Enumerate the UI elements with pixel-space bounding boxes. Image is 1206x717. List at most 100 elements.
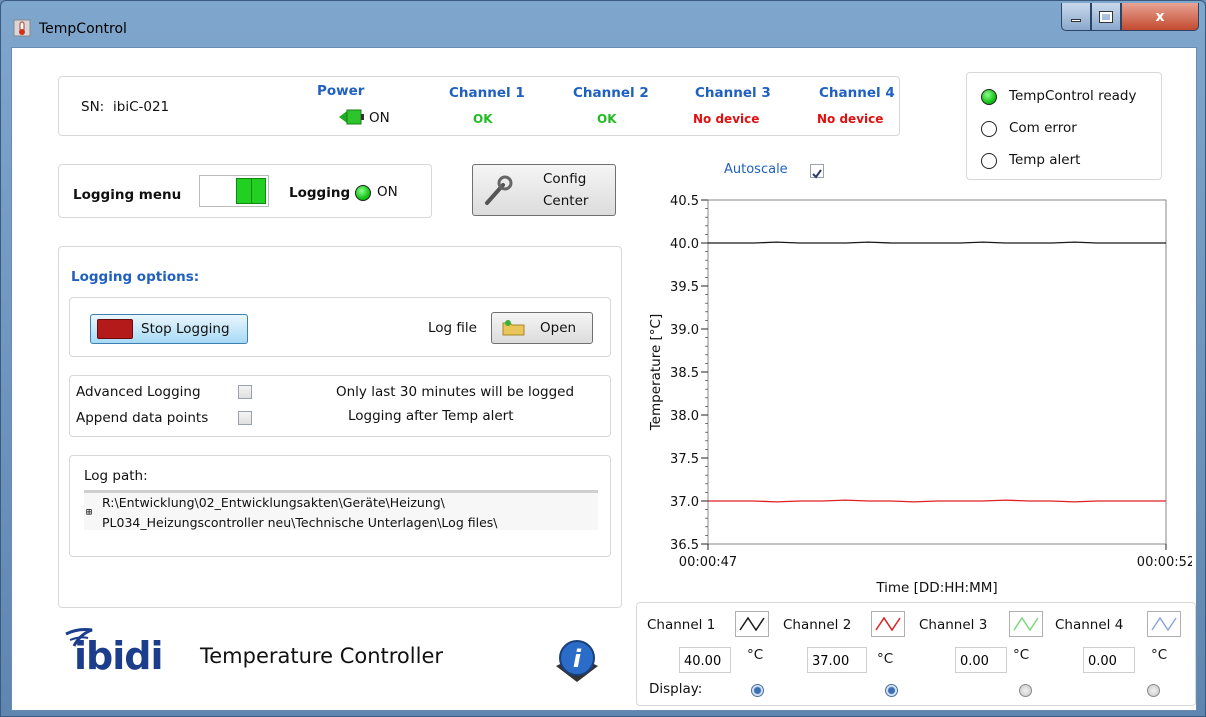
channel-2-display-radio[interactable] <box>885 684 898 697</box>
y-tick-label: 38.5 <box>670 366 699 381</box>
channel-3-color-swatch[interactable] <box>1009 611 1043 637</box>
status-panel: SN: ibiC-021 Power ON Channel 1 OK Chann… <box>58 76 900 136</box>
minimize-button[interactable] <box>1061 3 1091 31</box>
minimize-icon <box>1071 19 1081 22</box>
append-data-label: Append data points <box>76 410 209 426</box>
y-axis-label: Temperature [°C] <box>648 314 664 432</box>
close-button[interactable]: x <box>1121 3 1199 31</box>
channel-4-value[interactable]: 0.00 <box>1083 647 1135 673</box>
channel-4-unit: °C <box>1151 647 1168 663</box>
main-client-area: SN: ibiC-021 Power ON Channel 1 OK Chann… <box>11 47 1197 711</box>
indicator-temp-alert-label: Temp alert <box>1009 152 1081 168</box>
channel-4-color-swatch[interactable] <box>1147 611 1181 637</box>
temp-alert-led-icon <box>981 153 997 169</box>
channel-2-label: Channel 2 <box>573 85 649 101</box>
channel-1-status: OK <box>473 112 493 126</box>
ready-led-icon <box>981 89 997 105</box>
x-axis-label: Time [DD:HH:MM] <box>875 580 997 596</box>
plot-area <box>707 199 1167 545</box>
path-icon: ⊞ <box>86 507 93 518</box>
serial-number-label: SN: <box>81 99 105 115</box>
y-tick-label: 40.0 <box>670 237 699 252</box>
channel-3-status: No device <box>693 112 760 126</box>
advanced-logging-label: Advanced Logging <box>76 384 201 400</box>
y-tick-label: 36.5 <box>670 538 699 553</box>
channel-3-label: Channel 3 <box>695 85 771 101</box>
maximize-icon <box>1099 10 1113 23</box>
y-tick-label: 37.0 <box>670 495 699 510</box>
log-path-line-1: R:\Entwicklung\02_Entwicklungsakten\Gerä… <box>102 495 445 510</box>
logging-state: ON <box>377 184 398 200</box>
maximize-button[interactable] <box>1091 3 1121 31</box>
channel-4-status: No device <box>817 112 884 126</box>
stop-icon <box>97 319 133 339</box>
advanced-logging-checkbox[interactable] <box>238 385 252 399</box>
wrench-icon <box>483 175 513 207</box>
channel-2-ctrl-label: Channel 2 <box>783 617 852 633</box>
logging-led-icon <box>355 185 371 201</box>
indicator-com-error-label: Com error <box>1009 120 1077 136</box>
logging-menu-panel: Logging menu Logging ON <box>58 164 432 218</box>
channel-2-value[interactable]: 37.00 <box>807 647 867 673</box>
channel-4-display-radio[interactable] <box>1147 684 1160 697</box>
logging-menu-label: Logging menu <box>73 187 182 203</box>
x-tick-label: 00:00:47 <box>679 555 737 570</box>
channel-1-unit: °C <box>747 647 764 663</box>
logging-options-panel: Logging options: Stop Logging Log file O… <box>58 246 622 608</box>
autoscale-label: Autoscale <box>724 162 788 177</box>
log-path-line-2: PL034_Heizungscontroller neu\Technische … <box>102 515 498 530</box>
y-tick-label: 39.0 <box>670 323 699 338</box>
power-state: ON <box>369 110 390 126</box>
title-bar[interactable]: TempControl x <box>1 1 1205 47</box>
product-name: Temperature Controller <box>200 644 443 668</box>
serial-number-value: ibiC-021 <box>113 99 170 115</box>
ibidi-logo-text: ibidi <box>74 634 163 678</box>
channel-3-display-radio[interactable] <box>1019 684 1032 697</box>
channel-1-label: Channel 1 <box>449 85 525 101</box>
y-tick-label: 39.5 <box>670 280 699 295</box>
power-plug-icon[interactable] <box>337 107 365 127</box>
channel-1-ctrl-label: Channel 1 <box>647 617 716 633</box>
app-window: TempControl x SN: ibiC-021 Power ON Chan… <box>0 0 1206 717</box>
channel-2-color-swatch[interactable] <box>871 611 905 637</box>
logging-options-title: Logging options: <box>71 269 200 285</box>
com-error-led-icon <box>981 121 997 137</box>
info-icon[interactable]: i <box>552 636 602 686</box>
config-line-1: Config <box>543 171 587 187</box>
config-line-2: Center <box>543 193 589 209</box>
logging-menu-toggle[interactable] <box>199 175 269 207</box>
y-tick-label: 38.0 <box>670 409 699 424</box>
channel-4-label: Channel 4 <box>819 85 895 101</box>
channel-1-display-radio[interactable] <box>751 684 764 697</box>
x-tick-label: 00:00:52 <box>1137 555 1192 570</box>
display-label: Display: <box>649 681 703 697</box>
temperature-chart[interactable]: 40.5 40.0 39.5 39.0 38.5 38.0 37.5 37.0 36.5 00:0… <box>632 184 1192 614</box>
indicator-ready-label: TempControl ready <box>1009 88 1137 104</box>
log-file-label: Log file <box>428 320 477 336</box>
log-path-field[interactable]: ⊞ R:\Entwicklung\02_Entwicklungsakten\Ge… <box>84 490 598 530</box>
logging-after-alert-note: Logging after Temp alert <box>348 408 514 424</box>
logging-settings-panel: Advanced Logging Append data points Only… <box>69 375 611 437</box>
power-label: Power <box>317 83 365 99</box>
y-tick-label: 40.5 <box>670 194 699 209</box>
channel-1-value[interactable]: 40.00 <box>679 647 731 673</box>
check-icon <box>812 169 822 179</box>
svg-text:i: i <box>573 645 582 673</box>
channel-1-color-swatch[interactable] <box>735 611 769 637</box>
channel-3-ctrl-label: Channel 3 <box>919 617 988 633</box>
autoscale-checkbox[interactable] <box>810 164 824 179</box>
log-controls-panel: Stop Logging Log file Open <box>69 297 611 357</box>
channel-2-status: OK <box>597 112 617 126</box>
channel-3-unit: °C <box>1013 647 1030 663</box>
config-center-button[interactable]: Config Center <box>472 164 616 216</box>
logging-label: Logging <box>289 185 351 201</box>
log-path-panel: Log path: ⊞ R:\Entwicklung\02_Entwicklun… <box>69 455 611 557</box>
folder-icon <box>502 320 526 336</box>
log-path-label: Log path: <box>84 468 148 484</box>
open-log-file-button[interactable]: Open <box>491 312 593 344</box>
y-tick-label: 37.5 <box>670 452 699 467</box>
channel-3-value[interactable]: 0.00 <box>955 647 1007 673</box>
window-title: TempControl <box>39 21 127 37</box>
append-data-checkbox[interactable] <box>238 411 252 425</box>
stop-logging-button[interactable]: Stop Logging <box>90 314 248 344</box>
